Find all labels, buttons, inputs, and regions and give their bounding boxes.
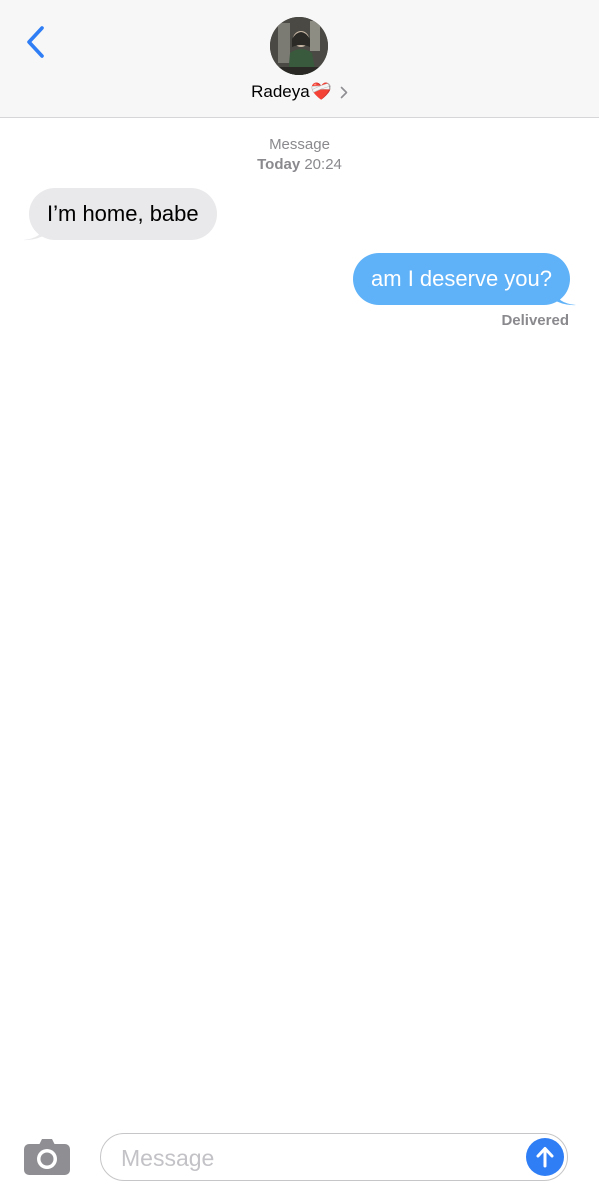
avatar[interactable] bbox=[270, 17, 328, 75]
send-button[interactable] bbox=[526, 1138, 564, 1176]
time-label: 20:24 bbox=[304, 156, 342, 173]
delivery-status: Delivered bbox=[501, 312, 569, 329]
service-label: Message bbox=[269, 136, 330, 153]
chevron-right-icon bbox=[340, 86, 348, 99]
camera-icon bbox=[24, 1139, 70, 1175]
incoming-message-bubble[interactable]: I’m home, babe bbox=[29, 188, 217, 240]
heart-emoji: ❤️‍🩹 bbox=[310, 82, 332, 101]
thread-meta: Message Today 20:24 bbox=[0, 135, 599, 175]
date-label: Today bbox=[257, 156, 301, 173]
message-input[interactable] bbox=[119, 1143, 523, 1173]
nav-header: Radeya ❤️‍🩹 bbox=[0, 0, 599, 118]
back-button[interactable] bbox=[18, 22, 52, 62]
message-input-container bbox=[100, 1133, 568, 1181]
message-text: am I deserve you? bbox=[371, 266, 552, 291]
message-text: I’m home, babe bbox=[47, 201, 199, 226]
avatar-photo bbox=[270, 17, 328, 75]
outgoing-message-bubble[interactable]: am I deserve you? bbox=[353, 253, 570, 305]
contact-name-button[interactable]: Radeya ❤️‍🩹 bbox=[0, 82, 599, 102]
arrow-up-icon bbox=[536, 1147, 554, 1168]
contact-name: Radeya bbox=[251, 82, 310, 101]
chevron-left-icon bbox=[27, 26, 44, 58]
timestamp: Today 20:24 bbox=[0, 155, 599, 175]
camera-button[interactable] bbox=[24, 1137, 70, 1177]
